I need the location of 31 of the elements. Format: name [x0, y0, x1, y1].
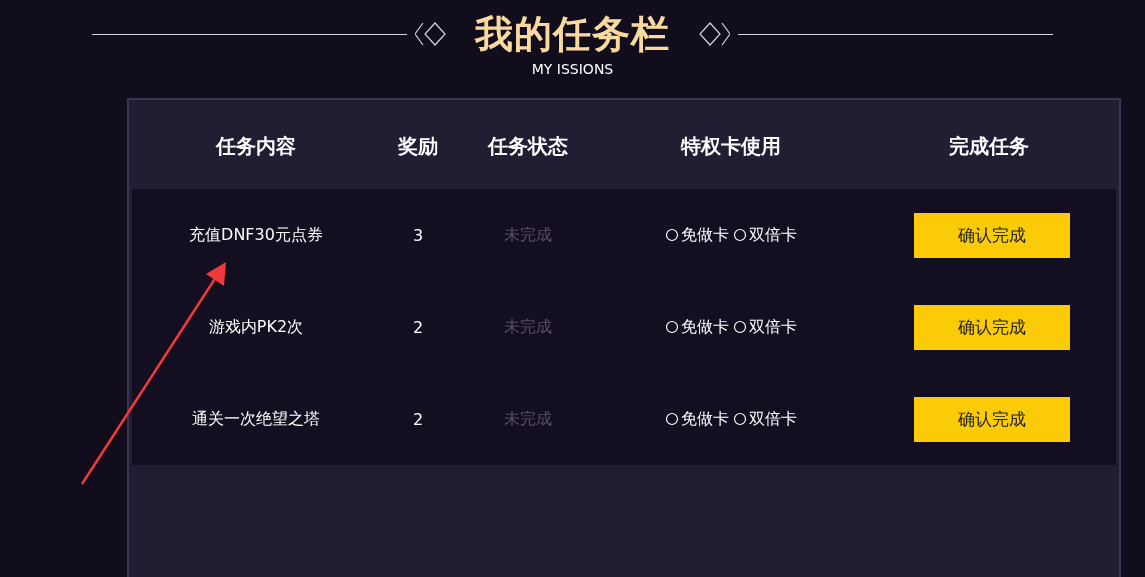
card-radio[interactable]: 免做卡: [665, 224, 729, 246]
confirm-button[interactable]: 确认完成: [914, 212, 1070, 258]
card-radio[interactable]: 免做卡: [665, 316, 729, 338]
task-name: 充值DNF30元点券: [189, 224, 323, 246]
column-header: 任务状态: [486, 133, 569, 160]
task-name: 通关一次绝望之塔: [192, 408, 320, 430]
page-title: 我的任务栏: [475, 11, 670, 57]
reward-count: 2: [412, 409, 424, 429]
confirm-button[interactable]: 确认完成: [914, 304, 1070, 350]
radio-icon[interactable]: [665, 412, 679, 426]
column-header: 任务内容: [214, 133, 297, 160]
column-header: 完成任务: [948, 133, 1030, 160]
task-status: 未完成: [504, 316, 552, 338]
radio-icon[interactable]: [733, 320, 747, 334]
card-radio[interactable]: 免做卡: [665, 408, 729, 430]
card-radio[interactable]: 双倍卡: [733, 224, 797, 246]
column-header: 奖励: [397, 133, 439, 160]
task-status: 未完成: [504, 408, 552, 430]
reward-count: 3: [412, 225, 424, 245]
confirm-button[interactable]: 确认完成: [914, 396, 1070, 442]
reward-count: 2: [412, 317, 424, 337]
card-radio[interactable]: 双倍卡: [733, 408, 797, 430]
radio-icon[interactable]: [665, 228, 679, 242]
radio-icon[interactable]: [665, 320, 679, 334]
radio-icon[interactable]: [733, 228, 747, 242]
task-status: 未完成: [504, 224, 552, 246]
task-name: 游戏内PK2次: [208, 316, 304, 338]
radio-icon[interactable]: [733, 412, 747, 426]
card-radio[interactable]: 双倍卡: [733, 316, 797, 338]
column-header: 特权卡使用: [679, 133, 782, 160]
page-subtitle: MY ISSIONS: [531, 61, 614, 77]
